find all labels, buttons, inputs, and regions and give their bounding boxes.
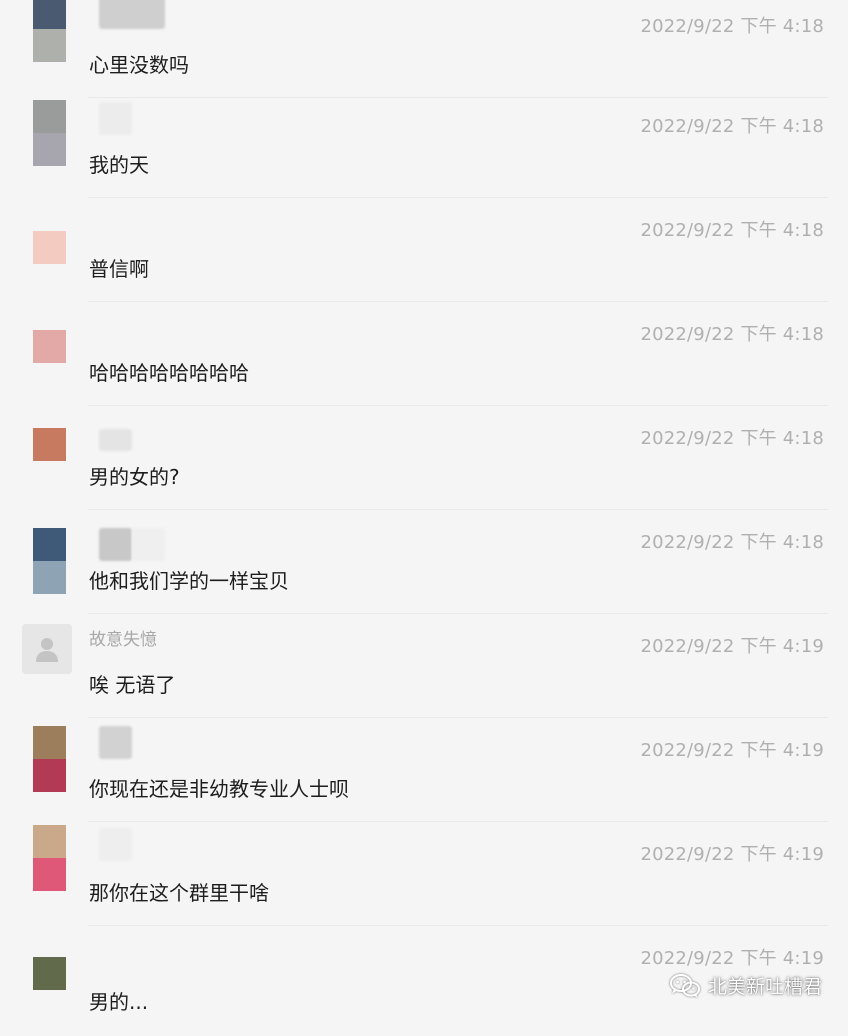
avatar-bottom-tile bbox=[33, 133, 66, 166]
message-time: 2022/9/22 下午 4:19 bbox=[640, 948, 824, 969]
message-divider bbox=[88, 717, 828, 718]
chat-message: 故意失憶 2022/9/22 下午 4:19 唉 无语了 bbox=[0, 620, 848, 724]
chat-message: 2022/9/22 下午 4:18 他和我们学的一样宝贝 bbox=[0, 516, 848, 620]
redacted-sender-name bbox=[99, 828, 132, 861]
message-time: 2022/9/22 下午 4:19 bbox=[640, 740, 824, 761]
avatar[interactable] bbox=[33, 726, 66, 792]
avatar[interactable] bbox=[33, 0, 66, 62]
message-divider bbox=[88, 613, 828, 614]
message-time: 2022/9/22 下午 4:18 bbox=[640, 220, 824, 241]
message-time: 2022/9/22 下午 4:18 bbox=[640, 16, 824, 37]
chat-message: 2022/9/22 下午 4:18 心里没数吗 bbox=[0, 0, 848, 100]
avatar-top-tile bbox=[33, 231, 66, 264]
redacted-sender-name bbox=[99, 102, 132, 135]
avatar-top-tile bbox=[33, 100, 66, 133]
message-time: 2022/9/22 下午 4:18 bbox=[640, 428, 824, 449]
avatar[interactable] bbox=[33, 528, 66, 594]
redacted-sender-name bbox=[99, 528, 132, 561]
redacted-sender-name bbox=[99, 0, 165, 29]
default-user-icon bbox=[36, 638, 58, 662]
message-divider bbox=[88, 197, 828, 198]
message-divider bbox=[88, 925, 828, 926]
message-text: 那你在这个群里干啥 bbox=[89, 881, 269, 905]
avatar-top-tile bbox=[33, 726, 66, 759]
message-text: 你现在还是非幼教专业人士呗 bbox=[89, 777, 349, 801]
chat-message: 2022/9/22 下午 4:19 那你在这个群里干啥 bbox=[0, 825, 848, 932]
message-text: 哈哈哈哈哈哈哈哈 bbox=[89, 361, 249, 385]
message-time: 2022/9/22 下午 4:18 bbox=[640, 116, 824, 137]
redacted-sender-name bbox=[99, 726, 132, 759]
message-text: 他和我们学的一样宝贝 bbox=[89, 569, 289, 593]
avatar[interactable] bbox=[22, 624, 72, 674]
avatar-top-tile bbox=[33, 330, 66, 363]
message-divider bbox=[88, 97, 828, 98]
chat-message: 2022/9/22 下午 4:18 男的女的? bbox=[0, 412, 848, 516]
avatar[interactable] bbox=[33, 957, 66, 990]
message-text: 男的女的? bbox=[89, 465, 180, 489]
chat-message: 2022/9/22 下午 4:18 普信啊 bbox=[0, 204, 848, 308]
message-time: 2022/9/22 下午 4:18 bbox=[640, 532, 824, 553]
avatar[interactable] bbox=[33, 330, 66, 363]
message-divider bbox=[88, 509, 828, 510]
message-text: 我的天 bbox=[89, 153, 149, 177]
avatar[interactable] bbox=[33, 825, 66, 891]
message-divider bbox=[88, 301, 828, 302]
chat-message: 2022/9/22 下午 4:19 你现在还是非幼教专业人士呗 bbox=[0, 724, 848, 828]
sender-name: 故意失憶 bbox=[89, 630, 157, 650]
avatar-top-tile bbox=[33, 825, 66, 858]
chat-message: 2022/9/22 下午 4:18 哈哈哈哈哈哈哈哈 bbox=[0, 308, 848, 412]
chat-history: 2022/9/22 下午 4:18 心里没数吗 2022/9/22 下午 4:1… bbox=[0, 0, 848, 1024]
message-time: 2022/9/22 下午 4:18 bbox=[640, 324, 824, 345]
message-text: 唉 无语了 bbox=[89, 673, 176, 697]
message-time: 2022/9/22 下午 4:19 bbox=[640, 844, 824, 865]
avatar[interactable] bbox=[33, 100, 66, 166]
message-text: 普信啊 bbox=[89, 257, 149, 281]
watermark: 北美新吐槽君 bbox=[669, 972, 822, 999]
avatar-bottom-tile bbox=[33, 759, 66, 792]
avatar-bottom-tile bbox=[33, 29, 66, 62]
message-text: 男的... bbox=[89, 990, 149, 1014]
wechat-icon bbox=[669, 973, 700, 998]
message-text: 心里没数吗 bbox=[89, 53, 189, 77]
redacted-sender-name bbox=[99, 429, 132, 451]
avatar-bottom-tile bbox=[33, 858, 66, 891]
avatar[interactable] bbox=[33, 231, 66, 264]
avatar-top-tile bbox=[33, 0, 66, 29]
watermark-text: 北美新吐槽君 bbox=[707, 976, 822, 998]
avatar-top-tile bbox=[33, 528, 66, 561]
message-divider bbox=[88, 405, 828, 406]
avatar[interactable] bbox=[33, 428, 66, 461]
avatar-top-tile bbox=[33, 957, 66, 990]
avatar-bottom-tile bbox=[33, 561, 66, 594]
message-time: 2022/9/22 下午 4:19 bbox=[640, 636, 824, 657]
chat-message: 2022/9/22 下午 4:18 我的天 bbox=[0, 100, 848, 204]
avatar-top-tile bbox=[33, 428, 66, 461]
message-divider bbox=[88, 821, 828, 822]
redacted-sender-name bbox=[132, 528, 165, 561]
